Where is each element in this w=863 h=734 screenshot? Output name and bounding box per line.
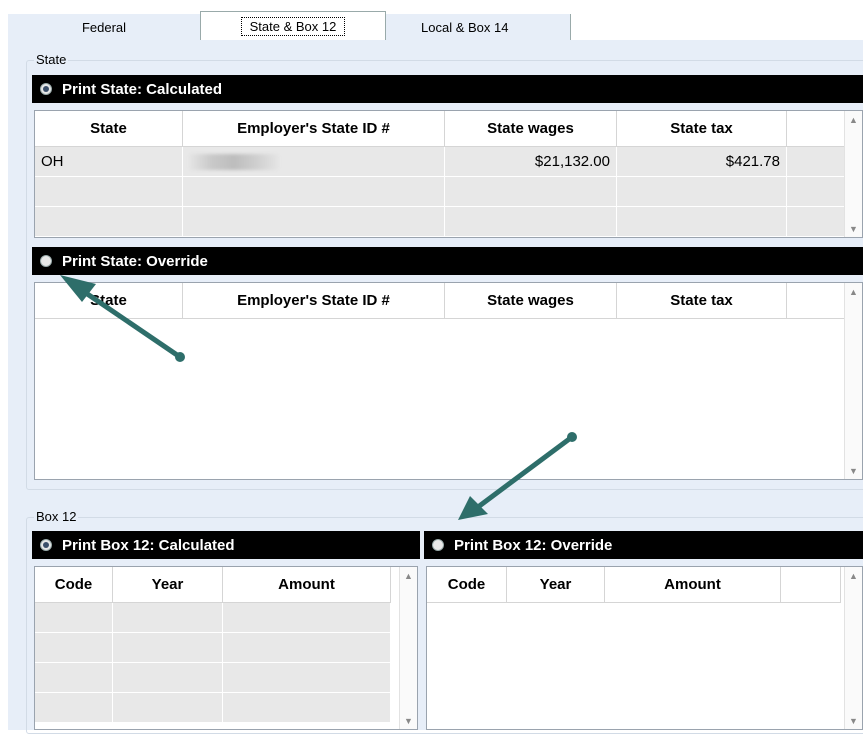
table-row[interactable] xyxy=(35,207,862,237)
cell-empty[interactable] xyxy=(445,207,617,237)
col-header-year[interactable]: Year xyxy=(507,567,605,603)
col-header-year[interactable]: Year xyxy=(113,567,223,603)
vertical-scrollbar[interactable]: ▲ ▼ xyxy=(844,111,862,237)
cell-empty[interactable] xyxy=(35,693,113,723)
col-header-state-tax[interactable]: State tax xyxy=(617,283,787,319)
print-state-calculated-label: Print State: Calculated xyxy=(62,80,223,98)
table-row[interactable]: OH $21,132.00 $421.78 xyxy=(35,147,862,177)
col-header-code[interactable]: Code xyxy=(35,567,113,603)
col-header-employer-id[interactable]: Employer's State ID # xyxy=(183,283,445,319)
tab-federal[interactable]: Federal xyxy=(8,14,200,40)
cell-empty[interactable] xyxy=(113,693,223,723)
cell-empty[interactable] xyxy=(113,663,223,693)
cell-empty[interactable] xyxy=(223,693,391,723)
cell-empty[interactable] xyxy=(35,207,183,237)
radio-unchecked-icon[interactable] xyxy=(40,255,52,267)
table-row[interactable] xyxy=(35,663,417,693)
scroll-down-icon[interactable]: ▼ xyxy=(845,462,862,479)
col-header-amount[interactable]: Amount xyxy=(223,567,391,603)
cell-empty[interactable] xyxy=(35,603,113,633)
col-header-state-wages[interactable]: State wages xyxy=(445,111,617,147)
col-header-state-tax[interactable]: State tax xyxy=(617,111,787,147)
state-calculated-grid[interactable]: State Employer's State ID # State wages … xyxy=(34,110,863,238)
grid-header-row: State Employer's State ID # State wages … xyxy=(35,283,862,319)
cell-empty[interactable] xyxy=(35,663,113,693)
table-row[interactable] xyxy=(35,693,417,723)
col-header-state[interactable]: State xyxy=(35,283,183,319)
state-override-grid[interactable]: State Employer's State ID # State wages … xyxy=(34,282,863,480)
scroll-down-icon[interactable]: ▼ xyxy=(845,712,862,729)
radio-checked-icon[interactable] xyxy=(40,539,52,551)
cell-state-wages[interactable]: $21,132.00 xyxy=(445,147,617,177)
print-box12-calculated-label: Print Box 12: Calculated xyxy=(62,536,235,554)
scroll-down-icon[interactable]: ▼ xyxy=(400,712,417,729)
scroll-up-icon[interactable]: ▲ xyxy=(845,111,862,128)
tab-state-box12[interactable]: State & Box 12 xyxy=(200,11,386,41)
col-header-amount[interactable]: Amount xyxy=(605,567,781,603)
print-box12-override-label: Print Box 12: Override xyxy=(454,536,613,554)
col-header-state-wages[interactable]: State wages xyxy=(445,283,617,319)
table-row[interactable] xyxy=(35,603,417,633)
cell-empty[interactable] xyxy=(617,207,787,237)
print-state-override-option[interactable]: Print State: Override xyxy=(32,247,863,275)
cell-empty[interactable] xyxy=(617,177,787,207)
print-state-calculated-option[interactable]: Print State: Calculated xyxy=(32,75,863,103)
scroll-down-icon[interactable]: ▼ xyxy=(845,220,862,237)
cell-empty[interactable] xyxy=(223,633,391,663)
col-header-state[interactable]: State xyxy=(35,111,183,147)
print-box12-calculated-option[interactable]: Print Box 12: Calculated xyxy=(32,531,420,559)
col-header-extra xyxy=(787,111,847,147)
state-group-label: State xyxy=(34,52,69,67)
radio-checked-icon[interactable] xyxy=(40,83,52,95)
box12-calculated-grid[interactable]: Code Year Amount ▲ ▼ xyxy=(34,566,418,730)
cell-state[interactable]: OH xyxy=(35,147,183,177)
cell-empty[interactable] xyxy=(113,633,223,663)
grid-header-row: Code Year Amount xyxy=(35,567,417,603)
redacted-employer-id xyxy=(189,153,279,170)
col-header-extra xyxy=(787,283,847,319)
cell-employer-id[interactable] xyxy=(183,147,445,177)
col-header-code[interactable]: Code xyxy=(427,567,507,603)
col-header-extra xyxy=(781,567,841,603)
radio-unchecked-icon[interactable] xyxy=(432,539,444,551)
box12-override-grid[interactable]: Code Year Amount ▲ ▼ xyxy=(426,566,863,730)
cell-empty[interactable] xyxy=(113,603,223,633)
print-box12-override-option[interactable]: Print Box 12: Override xyxy=(424,531,863,559)
cell-empty[interactable] xyxy=(183,207,445,237)
cell-empty[interactable] xyxy=(35,177,183,207)
vertical-scrollbar[interactable]: ▲ ▼ xyxy=(399,567,417,729)
cell-empty xyxy=(787,177,847,207)
scroll-up-icon[interactable]: ▲ xyxy=(400,567,417,584)
cell-state-tax[interactable]: $421.78 xyxy=(617,147,787,177)
grid-header-row: State Employer's State ID # State wages … xyxy=(35,111,862,147)
scroll-up-icon[interactable]: ▲ xyxy=(845,567,862,584)
scroll-up-icon[interactable]: ▲ xyxy=(845,283,862,300)
cell-empty[interactable] xyxy=(183,177,445,207)
vertical-scrollbar[interactable]: ▲ ▼ xyxy=(844,283,862,479)
tab-local-box14[interactable]: Local & Box 14 xyxy=(386,14,571,40)
print-state-override-label: Print State: Override xyxy=(62,252,208,270)
tab-state-box12-label: State & Box 12 xyxy=(240,17,346,36)
w2-editor-window: Federal State & Box 12 Local & Box 14 St… xyxy=(0,0,863,734)
cell-empty xyxy=(787,207,847,237)
cell-empty[interactable] xyxy=(445,177,617,207)
cell-empty[interactable] xyxy=(223,603,391,633)
box12-group-label: Box 12 xyxy=(34,509,79,524)
table-row[interactable] xyxy=(35,177,862,207)
table-row[interactable] xyxy=(35,633,417,663)
cell-empty[interactable] xyxy=(35,633,113,663)
grid-header-row: Code Year Amount xyxy=(427,567,862,603)
vertical-scrollbar[interactable]: ▲ ▼ xyxy=(844,567,862,729)
cell-empty[interactable] xyxy=(223,663,391,693)
cell-extra xyxy=(787,147,847,177)
col-header-employer-id[interactable]: Employer's State ID # xyxy=(183,111,445,147)
